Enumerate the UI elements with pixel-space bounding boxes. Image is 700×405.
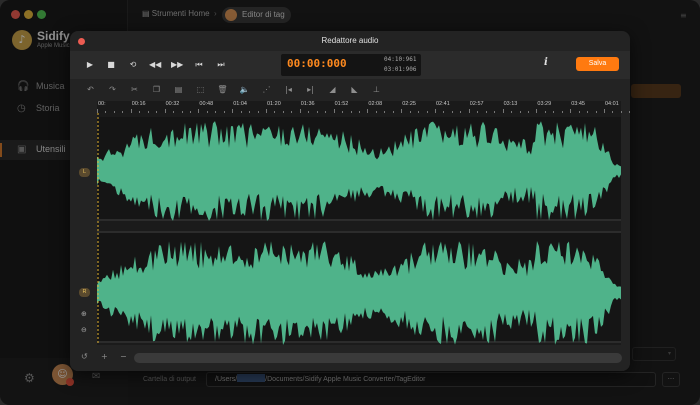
ruler-tick-label: 00:48 xyxy=(199,101,214,107)
selection-duration: 03:01:906 xyxy=(384,66,417,73)
waveform-area[interactable]: 00: 00:16 00:32 00:48 01:04 01:20 01:36 01:52 02… xyxy=(97,101,630,345)
rewind-icon[interactable]: ◀◀ xyxy=(149,60,161,70)
paste-icon[interactable]: ▤ xyxy=(173,85,184,95)
delete-icon[interactable]: 🗑 xyxy=(217,85,228,95)
ruler-tick-label: 03:13 xyxy=(503,101,518,107)
horizontal-scrollbar[interactable] xyxy=(134,353,622,363)
ruler-tick-label: 01:20 xyxy=(267,101,281,107)
ruler-tick-mark xyxy=(629,111,630,113)
zoom-out-icon[interactable]: ⊖ xyxy=(81,326,87,334)
reset-icon[interactable]: ↺ xyxy=(81,352,88,361)
save-button[interactable]: Salva xyxy=(576,57,619,71)
dialog-title: Redattore audio xyxy=(321,36,379,45)
skip-start-icon[interactable]: ⏮ xyxy=(193,60,205,70)
ruler-tick-label: 02:08 xyxy=(368,101,383,107)
trim-start-icon[interactable]: |◂ xyxy=(283,85,294,95)
waveform-right-channel xyxy=(97,241,621,345)
ruler-tick-label: 04:01 xyxy=(605,101,619,107)
play-icon[interactable]: ▶ xyxy=(84,60,96,70)
ruler-tick-label: 03:45 xyxy=(571,101,585,107)
channel-separator xyxy=(97,219,621,233)
ruler-tick-label: 02:41 xyxy=(436,101,450,107)
remove-icon[interactable]: − xyxy=(120,352,127,361)
ruler-tick-label: 00:16 xyxy=(131,101,146,107)
channel-separator xyxy=(97,113,621,117)
channel-left-badge: L xyxy=(79,168,90,177)
loop-icon[interactable]: ⟲ xyxy=(127,60,139,70)
info-icon[interactable]: i xyxy=(544,57,548,68)
undo-icon[interactable]: ↶ xyxy=(85,85,96,95)
transport-bar: ▶ ■ ⟲ ◀◀ ▶▶ ⏮ ⏭ 00:00:000 04:10:961 03:0… xyxy=(70,51,630,79)
ruler-tick-label: 01:04 xyxy=(233,101,247,107)
timecode-display: 00:00:000 04:10:961 03:01:906 xyxy=(281,54,421,76)
zoom-in-icon[interactable]: ⊕ xyxy=(81,310,87,318)
time-ruler: 00: 00:16 00:32 00:48 01:04 01:20 01:36 01:52 02… xyxy=(97,101,630,113)
trim-end-icon[interactable]: ▸| xyxy=(305,85,316,95)
ruler-tick-label: 03:29 xyxy=(537,101,552,107)
cut-icon[interactable]: ✂ xyxy=(129,85,140,95)
stop-icon[interactable]: ■ xyxy=(105,60,117,70)
total-duration: 04:10:961 xyxy=(384,56,417,63)
fade-in-icon[interactable]: ◢ xyxy=(327,85,338,95)
redo-icon[interactable]: ↷ xyxy=(107,85,118,95)
channel-column: L R ⊕ ⊖ xyxy=(70,101,97,345)
copy-icon[interactable]: ❐ xyxy=(151,85,162,95)
fade-out-icon[interactable]: ◣ xyxy=(349,85,360,95)
ruler-tick-label: 01:52 xyxy=(334,101,349,107)
ruler-tick-label: 00: xyxy=(98,101,106,107)
channel-right-badge: R xyxy=(79,288,90,297)
fade-curve-icon[interactable]: ⋰ xyxy=(261,85,272,95)
skip-end-icon[interactable]: ⏭ xyxy=(215,60,227,70)
ruler-tick-label: 02:25 xyxy=(402,101,416,107)
waveform-footer: ↺ + − xyxy=(70,347,630,371)
audio-editor-dialog: Redattore audio ▶ ■ ⟲ ◀◀ ▶▶ ⏮ ⏭ 00:00:00… xyxy=(70,31,630,371)
edit-toolbar: ↶ ↷ ✂ ❐ ▤ ⬚ 🗑 🔈 ⋰ |◂ ▸| ◢ ◣ ⊥ xyxy=(70,79,630,101)
crop-icon[interactable]: ⬚ xyxy=(195,85,206,95)
silence-icon[interactable]: ⊥ xyxy=(371,85,382,95)
ruler-tick-label: 02:57 xyxy=(469,101,484,107)
ruler-tick-label: 00:32 xyxy=(165,101,180,107)
fast-forward-icon[interactable]: ▶▶ xyxy=(171,60,183,70)
current-timecode: 00:00:000 xyxy=(287,57,347,70)
ruler-tick-mark xyxy=(620,111,622,113)
waveform-left-channel xyxy=(97,121,621,221)
add-icon[interactable]: + xyxy=(101,352,108,361)
app-window: ♪ Sidify Apple Music Converter 🎧 Musica … xyxy=(0,0,700,405)
ruler-tick-label: 01:36 xyxy=(300,101,315,107)
waveform-canvas[interactable] xyxy=(97,113,621,345)
volume-icon[interactable]: 🔈 xyxy=(239,85,250,95)
